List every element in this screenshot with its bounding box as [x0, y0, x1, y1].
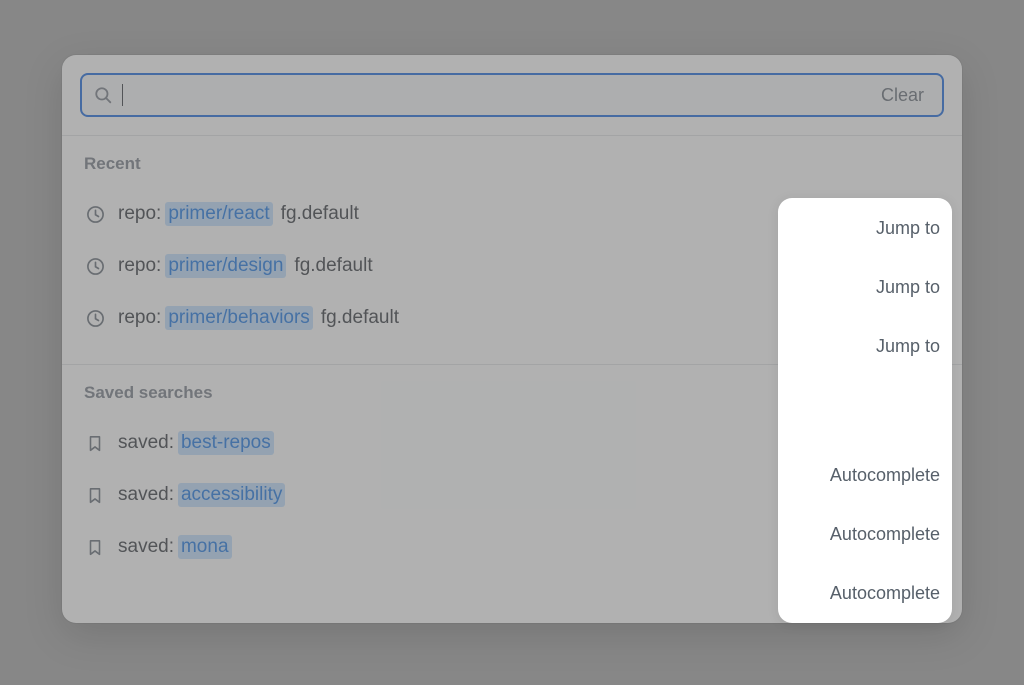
- clock-icon: [84, 255, 106, 277]
- bookmark-icon: [84, 484, 106, 506]
- clear-button[interactable]: Clear: [875, 81, 930, 110]
- item-text: saved: best-repos: [118, 431, 816, 455]
- item-text: repo: primer/behaviors fg.default: [118, 306, 862, 330]
- search-input[interactable]: [123, 75, 875, 115]
- bookmark-icon: [84, 432, 106, 454]
- clock-icon: [84, 307, 106, 329]
- search-icon: [94, 86, 112, 104]
- bookmark-icon: [84, 536, 106, 558]
- item-text: repo: primer/design fg.default: [118, 254, 862, 278]
- recent-header: Recent: [80, 154, 944, 174]
- item-text: saved: accessibility: [118, 483, 816, 507]
- item-text: repo: primer/react fg.default: [118, 202, 862, 226]
- search-row: Clear: [62, 55, 962, 135]
- search-box[interactable]: Clear: [80, 73, 944, 117]
- item-text: saved: mona: [118, 535, 816, 559]
- action-highlight: [778, 198, 952, 623]
- clock-icon: [84, 203, 106, 225]
